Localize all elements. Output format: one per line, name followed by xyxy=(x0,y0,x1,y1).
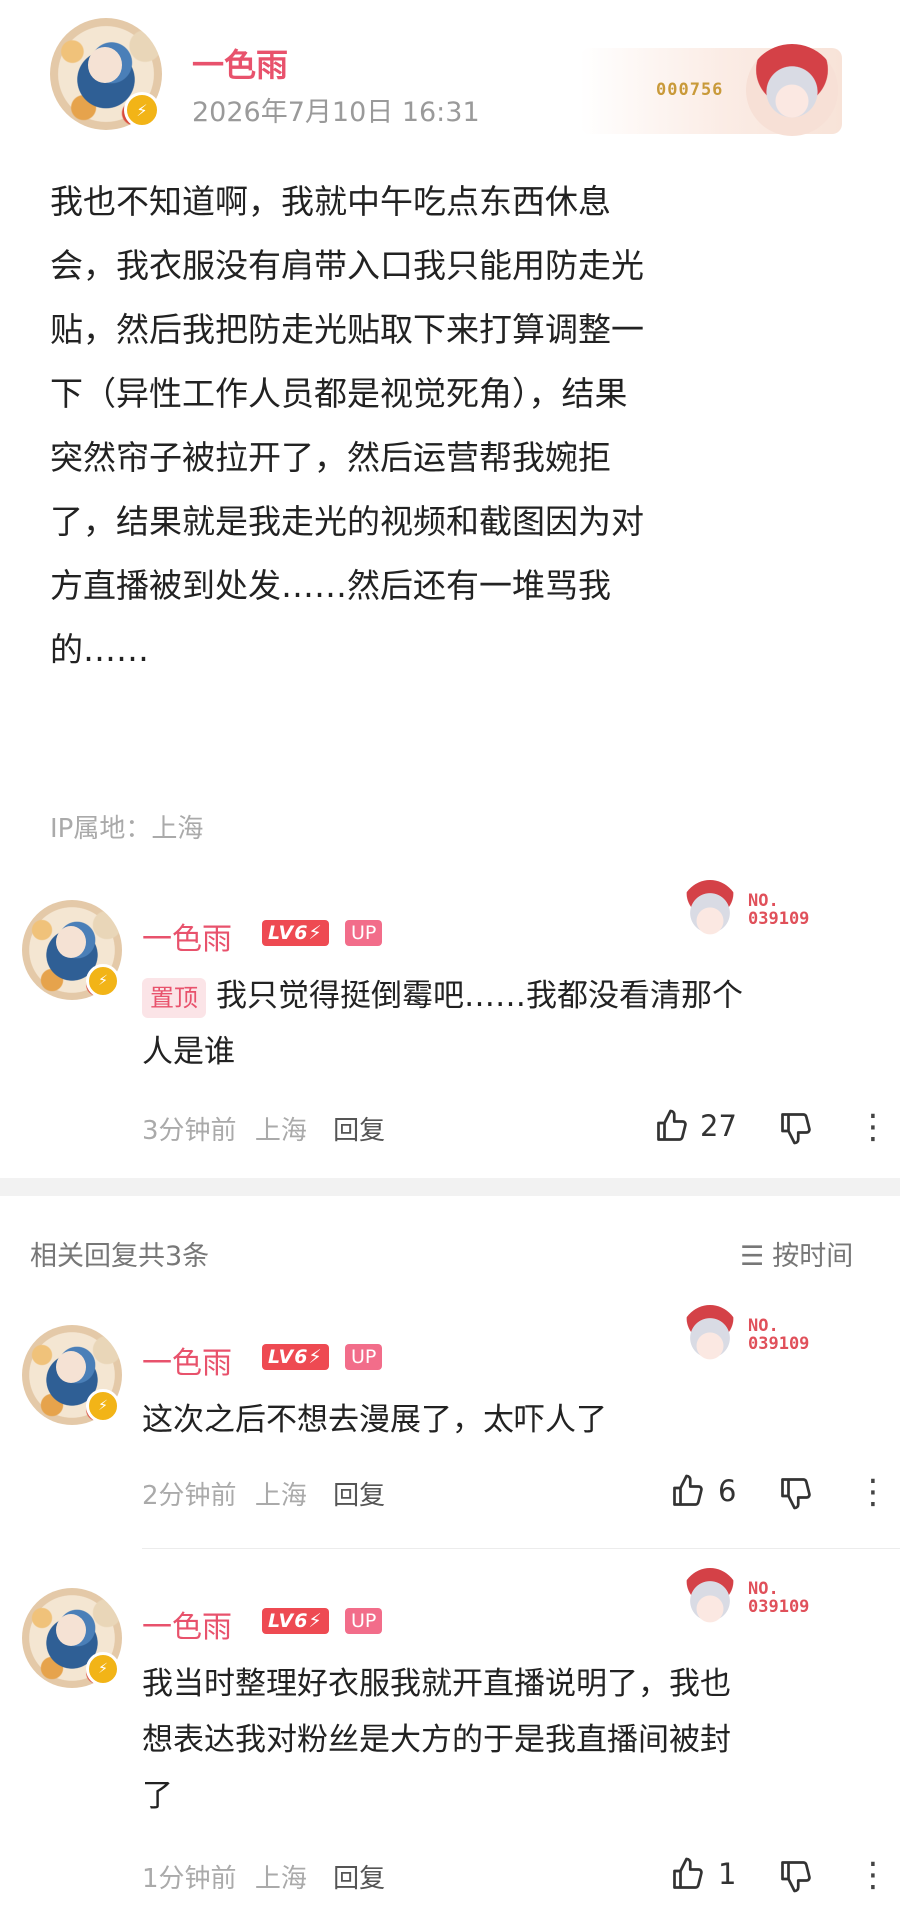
pinned-badge: 置顶 xyxy=(142,977,206,1018)
thumb-up-icon[interactable] xyxy=(670,1473,706,1509)
reply-avatar[interactable]: ⚡ xyxy=(22,1588,122,1688)
like-count: 27 xyxy=(700,1109,737,1143)
content-line: 下（异性工作人员都是视觉死角），结果 xyxy=(50,374,628,413)
content-line: 方直播被到处发……然后还有一堆骂我 xyxy=(50,566,611,605)
fan-medal[interactable]: NO. 039109 xyxy=(680,1305,830,1371)
fan-medal[interactable]: NO. 039109 xyxy=(680,880,830,946)
post-datetime: 2026年7月10日 16:31 xyxy=(192,97,480,128)
thumb-up-icon[interactable] xyxy=(654,1108,690,1144)
fan-medal-avatar xyxy=(680,880,740,946)
card-number: 000756 xyxy=(656,80,724,100)
level-badge: LV6⚡ xyxy=(262,1608,329,1634)
like-count: 6 xyxy=(718,1474,737,1508)
reply-avatar[interactable]: ⚡ xyxy=(22,1325,122,1425)
fan-medal-avatar xyxy=(680,1568,740,1634)
reply-meta: 1分钟前 上海 回复 xyxy=(142,1858,385,1895)
reply-divider xyxy=(142,1548,900,1549)
content-line: 的…… xyxy=(50,630,149,669)
reply-text: 这次之后不想去漫展了，太吓人了 xyxy=(142,1402,607,1438)
sort-lines-icon: ☰ xyxy=(740,1241,765,1272)
lightning-icon: ⚡ xyxy=(86,964,120,998)
sort-button[interactable]: ☰ 按时间 xyxy=(740,1234,853,1273)
content-line: 会，我衣服没有肩带入口我只能用防走光 xyxy=(50,246,644,285)
fan-medal[interactable]: NO. 039109 xyxy=(680,1568,830,1634)
reply-meta: 2分钟前 上海 回复 xyxy=(142,1475,385,1512)
comment-text: 置顶 我只觉得挺倒霉吧……我都没看清那个 人是谁 xyxy=(142,977,743,1070)
content-line: 贴，然后我把防走光贴取下来打算调整一 xyxy=(50,310,644,349)
comment-meta: 3分钟前 上海 回复 xyxy=(142,1110,385,1147)
reply-time: 2分钟前 xyxy=(142,1481,237,1511)
ip-location: IP属地：上海 xyxy=(50,814,204,844)
content-line: 我也不知道啊，我就中午吃点东西休息 xyxy=(50,182,611,221)
lightning-icon: ⚡ xyxy=(124,92,160,128)
content-line: 了，结果就是我走光的视频和截图因为对 xyxy=(50,502,644,541)
card-avatar xyxy=(746,44,838,136)
fan-medal-avatar xyxy=(680,1305,740,1371)
reply-text: 我当时整理好衣服我就开直播说明了，我也 想表达我对粉丝是大方的于是我直播间被封 … xyxy=(142,1666,731,1814)
reply-author-name[interactable]: 一色雨 xyxy=(142,1338,232,1382)
more-vertical-icon[interactable]: ⋮ xyxy=(856,1475,890,1509)
post-content: 我也不知道啊，我就中午吃点东西休息 会，我衣服没有肩带入口我只能用防走光 贴，然… xyxy=(50,170,860,682)
content-line: 突然帘子被拉开了，然后运营帮我婉拒 xyxy=(50,438,611,477)
replies-count: 相关回复共3条 xyxy=(30,1241,210,1272)
reply-time: 1分钟前 xyxy=(142,1864,237,1894)
comment-avatar[interactable]: ⚡ xyxy=(22,900,122,1000)
comment-time: 3分钟前 xyxy=(142,1116,237,1146)
lightning-icon: ⚡ xyxy=(86,1389,120,1423)
section-divider xyxy=(0,1178,900,1196)
reply-location: 上海 xyxy=(254,1864,307,1894)
comment-location: 上海 xyxy=(254,1116,307,1146)
reply-button[interactable]: 回复 xyxy=(333,1116,385,1146)
reply-button[interactable]: 回复 xyxy=(333,1481,385,1511)
level-badge: LV6⚡ xyxy=(262,1344,329,1370)
reply-author-name[interactable]: 一色雨 xyxy=(142,1602,232,1646)
reply-location: 上海 xyxy=(254,1481,307,1511)
level-badge: LV6⚡ xyxy=(262,920,329,946)
up-badge: UP xyxy=(345,920,383,946)
thumb-down-icon[interactable] xyxy=(778,1475,814,1511)
thumb-down-icon[interactable] xyxy=(778,1110,814,1146)
up-badge: UP xyxy=(345,1344,383,1370)
more-vertical-icon[interactable]: ⋮ xyxy=(856,1858,890,1892)
up-badge: UP xyxy=(345,1608,383,1634)
thumb-up-icon[interactable] xyxy=(670,1856,706,1892)
reply-button[interactable]: 回复 xyxy=(333,1864,385,1894)
comment-author-name[interactable]: 一色雨 xyxy=(142,914,232,958)
more-vertical-icon[interactable]: ⋮ xyxy=(856,1110,890,1144)
like-count: 1 xyxy=(718,1857,737,1891)
post-author-name[interactable]: 一色雨 xyxy=(192,40,288,86)
fan-card[interactable]: 000756 xyxy=(580,44,842,136)
post-author-avatar[interactable]: ⚡ xyxy=(50,18,162,130)
lightning-icon: ⚡ xyxy=(86,1652,120,1686)
thumb-down-icon[interactable] xyxy=(778,1858,814,1894)
